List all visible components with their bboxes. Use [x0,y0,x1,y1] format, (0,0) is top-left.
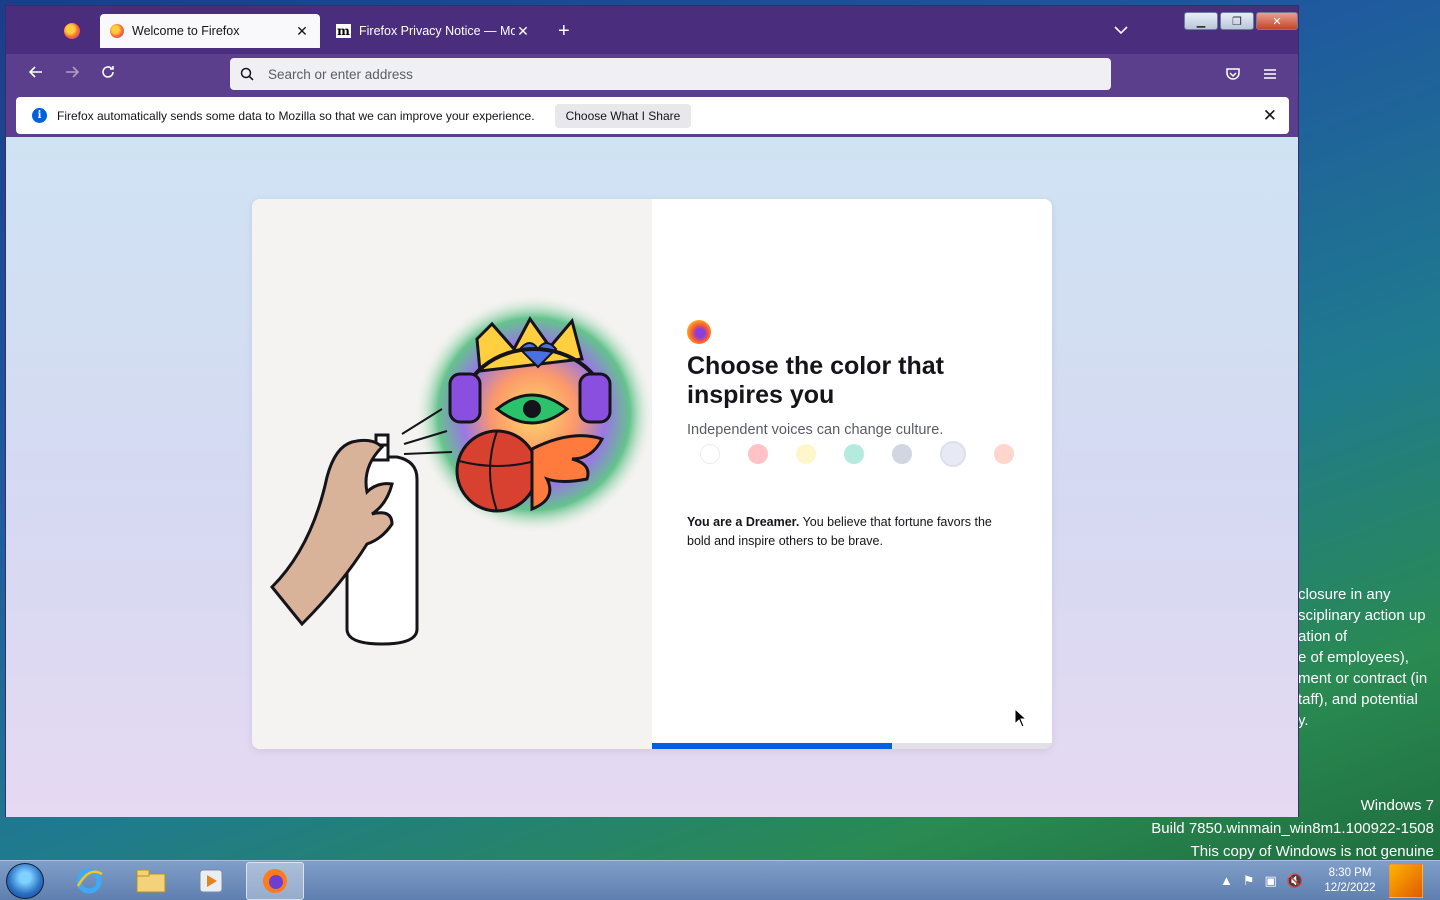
nav-toolbar [6,54,1298,96]
desktop-text-line: e of employees), [1298,649,1409,666]
swatch-dreamer-selected[interactable] [940,441,966,467]
color-swatch-group [700,441,1014,467]
swatch-coral[interactable] [994,444,1014,464]
volume-muted-icon[interactable]: 🔇 [1287,873,1303,889]
page-content: Choose the color that inspires you Indep… [6,137,1298,817]
mouse-cursor-icon [1014,708,1028,728]
firefox-window: Welcome to Firefox ✕ m Firefox Privacy N… [5,5,1299,817]
swatch-slate[interactable] [892,444,912,464]
swatch-green[interactable] [844,444,864,464]
spray-can-illustration [269,294,654,646]
list-all-tabs-icon[interactable] [1114,22,1128,38]
tab-title: Firefox Privacy Notice — Mozilla [359,24,515,38]
tab-close-icon[interactable]: ✕ [515,23,531,40]
file-explorer-taskbar-icon[interactable] [122,862,180,900]
tab-close-icon[interactable]: ✕ [294,23,310,40]
progress-fill [652,743,892,749]
swatch-red[interactable] [748,444,768,464]
tab-title: Welcome to Firefox [132,24,240,38]
show-hidden-icons-icon[interactable]: ▲ [1220,873,1233,889]
desktop-document-text: closure in any sciplinary action up atio… [1298,584,1440,731]
swatch-default[interactable] [700,444,720,464]
tab-privacy-notice[interactable]: m Firefox Privacy Notice — Mozilla ✕ [326,14,541,48]
back-icon[interactable] [24,64,48,85]
minimize-button[interactable]: ▁ [1184,12,1218,30]
desktop-text-line: ation of [1298,628,1348,645]
tab-strip: Welcome to Firefox ✕ m Firefox Privacy N… [6,6,1298,54]
internet-explorer-taskbar-icon[interactable] [60,862,118,900]
notification-text: Firefox automatically sends some data to… [57,108,535,123]
onboarding-progress-bar [652,743,1052,749]
desktop-text-line: sciplinary action up [1298,607,1426,624]
close-window-button[interactable]: ✕ [1256,12,1298,30]
window-controls: ▁ ❐ ✕ [1184,12,1298,30]
mozilla-favicon-icon: m [336,24,351,38]
start-button[interactable] [6,863,44,899]
maximize-button[interactable]: ❐ [1220,12,1254,30]
info-icon: i [32,108,47,123]
illustration-panel [252,199,654,749]
pocket-icon[interactable] [1223,64,1243,84]
firefox-favicon-icon [110,24,124,38]
color-description: You are a Dreamer. You believe that fort… [687,513,1017,551]
new-tab-icon[interactable]: + [558,21,570,41]
description-title: You are a Dreamer. [687,515,800,529]
page-title: Choose the color that inspires you [687,352,944,409]
close-icon[interactable]: ✕ [1263,106,1277,126]
onboarding-card: Choose the color that inspires you Indep… [252,199,1052,749]
clock-time: 8:30 PM [1328,867,1372,879]
address-input[interactable] [268,66,1068,82]
network-icon[interactable]: ▣ [1265,873,1277,889]
data-reporting-notification: i Firefox automatically sends some data … [16,97,1289,134]
windows-taskbar: ▲ ⚑ ▣ 🔇 8:30 PM 12/2/2022 [0,860,1440,900]
tab-welcome[interactable]: Welcome to Firefox ✕ [100,14,320,48]
clock-date: 12/2/2022 [1324,882,1376,894]
desktop-text-line: taff), and potential [1298,691,1418,708]
reload-icon[interactable] [96,64,120,85]
system-clock[interactable]: 8:30 PM 12/2/2022 [1320,866,1380,896]
firefox-logo-icon [687,320,711,344]
url-bar[interactable] [230,58,1111,90]
watermark-line-2: Build 7850.winmain_win8m1.100922-1508 [1151,820,1434,837]
desktop-text-line: closure in any [1298,586,1391,603]
firefox-view-icon[interactable] [64,23,80,39]
forward-icon[interactable] [60,64,84,85]
desktop-text-line: y. [1298,712,1309,729]
show-desktop-button[interactable] [1389,864,1423,898]
firefox-taskbar-icon[interactable] [246,862,304,900]
subtitle: Independent voices can change culture. [687,422,944,438]
media-player-taskbar-icon[interactable] [182,862,240,900]
swatch-yellow[interactable] [796,444,816,464]
hamburger-menu-icon[interactable] [1260,64,1280,84]
search-icon [240,67,254,81]
choose-what-i-share-button[interactable]: Choose What I Share [554,103,692,128]
system-tray: ▲ ⚑ ▣ 🔇 [1220,873,1303,889]
action-center-flag-icon[interactable]: ⚑ [1243,873,1255,889]
content-panel: Choose the color that inspires you Indep… [652,199,1052,749]
desktop-text-line: ment or contract (in [1298,670,1428,687]
